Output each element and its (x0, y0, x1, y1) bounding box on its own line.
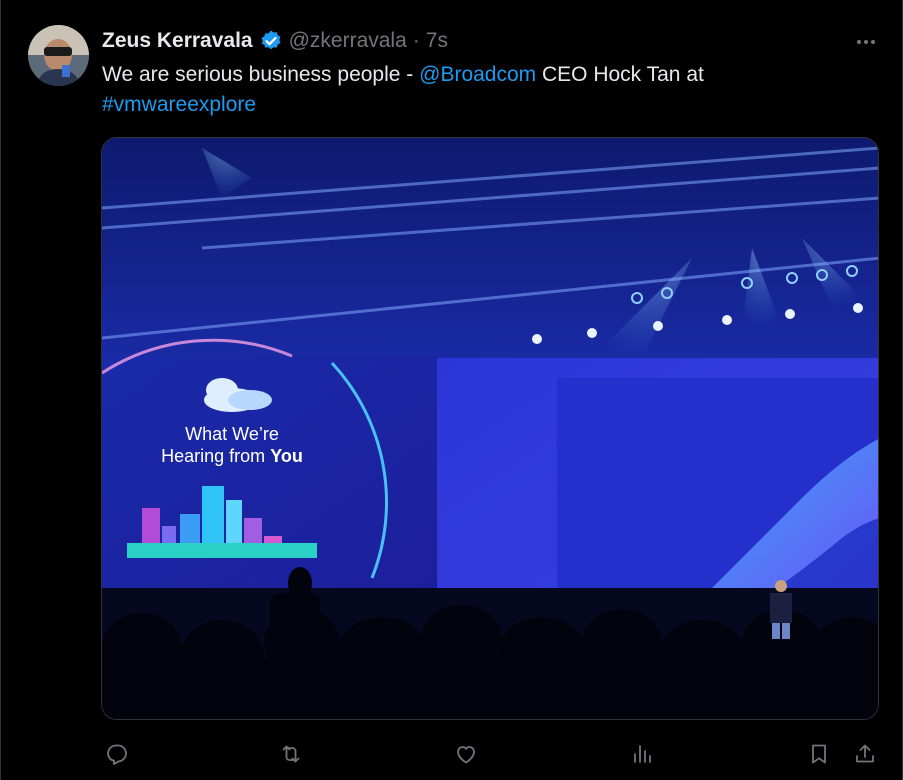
reply-button[interactable] (101, 738, 133, 770)
mention-link[interactable]: @Broadcom (419, 63, 536, 86)
share-button[interactable] (849, 738, 881, 770)
tweet-container[interactable]: Zeus Kerravala @zkerravala · 7s We are s… (0, 0, 903, 780)
heart-icon (457, 746, 475, 764)
screen-text-line2-bold: You (270, 446, 303, 466)
stage-photo: What We’re Hearing from You (102, 138, 878, 719)
bookmark-button[interactable] (803, 738, 835, 770)
bookmark-icon (812, 744, 826, 764)
tweet-actions-bar (101, 738, 881, 770)
retweet-button[interactable] (275, 738, 307, 770)
reply-icon (107, 744, 127, 765)
author-name[interactable]: Zeus Kerravala (102, 29, 253, 53)
retweet-icon (282, 745, 300, 763)
screen-text-line1: What We’re (185, 424, 279, 444)
views-icon (634, 745, 651, 763)
avatar[interactable] (28, 25, 89, 86)
separator-dot: · (412, 29, 420, 52)
author-handle[interactable]: @zkerravala (289, 29, 407, 53)
tweet-text-part1: We are serious business people - (102, 63, 420, 86)
tweet-text-part2: CEO Hock Tan at (536, 63, 704, 86)
hashtag-link[interactable]: #vmwareexplore (102, 93, 256, 116)
tweet-text: We are serious business people - @Broadc… (102, 60, 842, 120)
tweet-header: Zeus Kerravala @zkerravala · 7s (102, 27, 448, 55)
screen-text-line2-prefix: Hearing from (161, 446, 270, 466)
timestamp[interactable]: 7s (426, 29, 448, 53)
more-options-icon[interactable] (851, 34, 881, 50)
tweet-photo[interactable]: What We’re Hearing from You (101, 137, 879, 720)
like-button[interactable] (450, 738, 482, 770)
share-icon (856, 744, 874, 763)
views-button[interactable] (626, 738, 658, 770)
screen-text-line2: Hearing from You (161, 446, 303, 466)
verified-badge-icon (259, 29, 283, 53)
